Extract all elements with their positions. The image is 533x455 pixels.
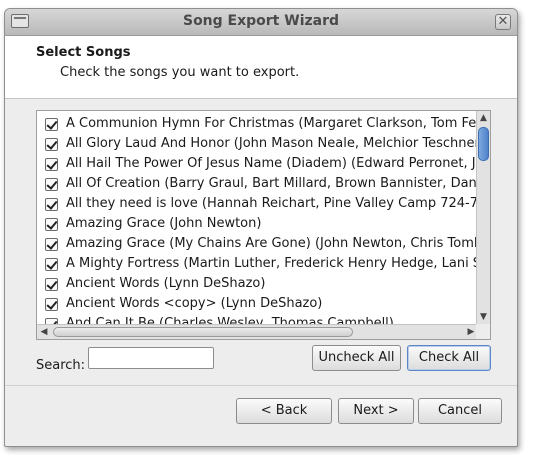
scrollbar-corner (476, 324, 490, 339)
page-subtitle: Check the songs you want to export. (60, 65, 300, 80)
horizontal-scroll-thumb[interactable] (53, 327, 353, 337)
search-label: Search: (36, 358, 86, 373)
song-label: All Of Creation (Barry Graul, Bart Milla… (66, 176, 478, 191)
vertical-scrollbar[interactable]: ▲ ▼ (476, 111, 490, 324)
song-checkbox[interactable] (45, 238, 58, 251)
song-label: Amazing Grace (My Chains Are Gone) (John… (66, 236, 478, 251)
scroll-left-icon[interactable]: ◀ (37, 325, 51, 339)
vertical-scroll-thumb[interactable] (478, 127, 489, 161)
song-label: Ancient Words <copy> (Lynn DeShazo) (66, 296, 323, 311)
song-label: All Glory Laud And Honor (John Mason Nea… (66, 136, 478, 151)
title-bar[interactable]: Song Export Wizard ✕ (5, 9, 517, 36)
song-list-viewport: A Communion Hymn For Christmas (Margaret… (37, 111, 478, 324)
song-checkbox[interactable] (45, 118, 58, 131)
song-checkbox[interactable] (45, 158, 58, 171)
song-label: A Mighty Fortress (Martin Luther, Freder… (66, 256, 478, 271)
song-label: All they need is love (Hannah Reichart, … (66, 196, 478, 211)
check-all-button[interactable]: Check All (407, 345, 491, 371)
export-wizard-window: Song Export Wizard ✕ Select Songs Check … (4, 8, 518, 447)
song-checkbox[interactable] (45, 198, 58, 211)
song-label: All Hail The Power Of Jesus Name (Diadem… (66, 156, 478, 171)
back-button[interactable]: < Back (236, 398, 332, 424)
song-label: A Communion Hymn For Christmas (Margaret… (66, 116, 478, 131)
song-label: Ancient Words (Lynn DeShazo) (66, 276, 266, 291)
song-label: Amazing Grace (John Newton) (66, 216, 262, 231)
song-list: A Communion Hymn For Christmas (Margaret… (36, 110, 491, 340)
song-checkbox[interactable] (45, 218, 58, 231)
footer-divider (5, 385, 517, 386)
song-checkbox[interactable] (45, 258, 58, 271)
scroll-up-icon[interactable]: ▲ (477, 111, 490, 125)
song-checkbox[interactable] (45, 138, 58, 151)
close-button[interactable]: ✕ (495, 14, 511, 30)
close-icon: ✕ (497, 14, 509, 29)
song-checkbox[interactable] (45, 298, 58, 311)
cancel-button[interactable]: Cancel (418, 398, 502, 424)
song-label: And Can It Be (Charles Wesley, Thomas Ca… (66, 316, 394, 324)
horizontal-scrollbar[interactable]: ◀ ▶ (37, 324, 478, 339)
search-input[interactable] (88, 347, 214, 369)
uncheck-all-button[interactable]: Uncheck All (312, 345, 401, 371)
page-title: Select Songs (36, 45, 131, 60)
wizard-header: Select Songs Check the songs you want to… (5, 36, 517, 99)
window-title: Song Export Wizard (182, 13, 340, 29)
song-checkbox[interactable] (45, 178, 58, 191)
next-button[interactable]: Next > (338, 398, 414, 424)
song-checkbox[interactable] (45, 278, 58, 291)
scroll-down-icon[interactable]: ▼ (477, 310, 490, 324)
